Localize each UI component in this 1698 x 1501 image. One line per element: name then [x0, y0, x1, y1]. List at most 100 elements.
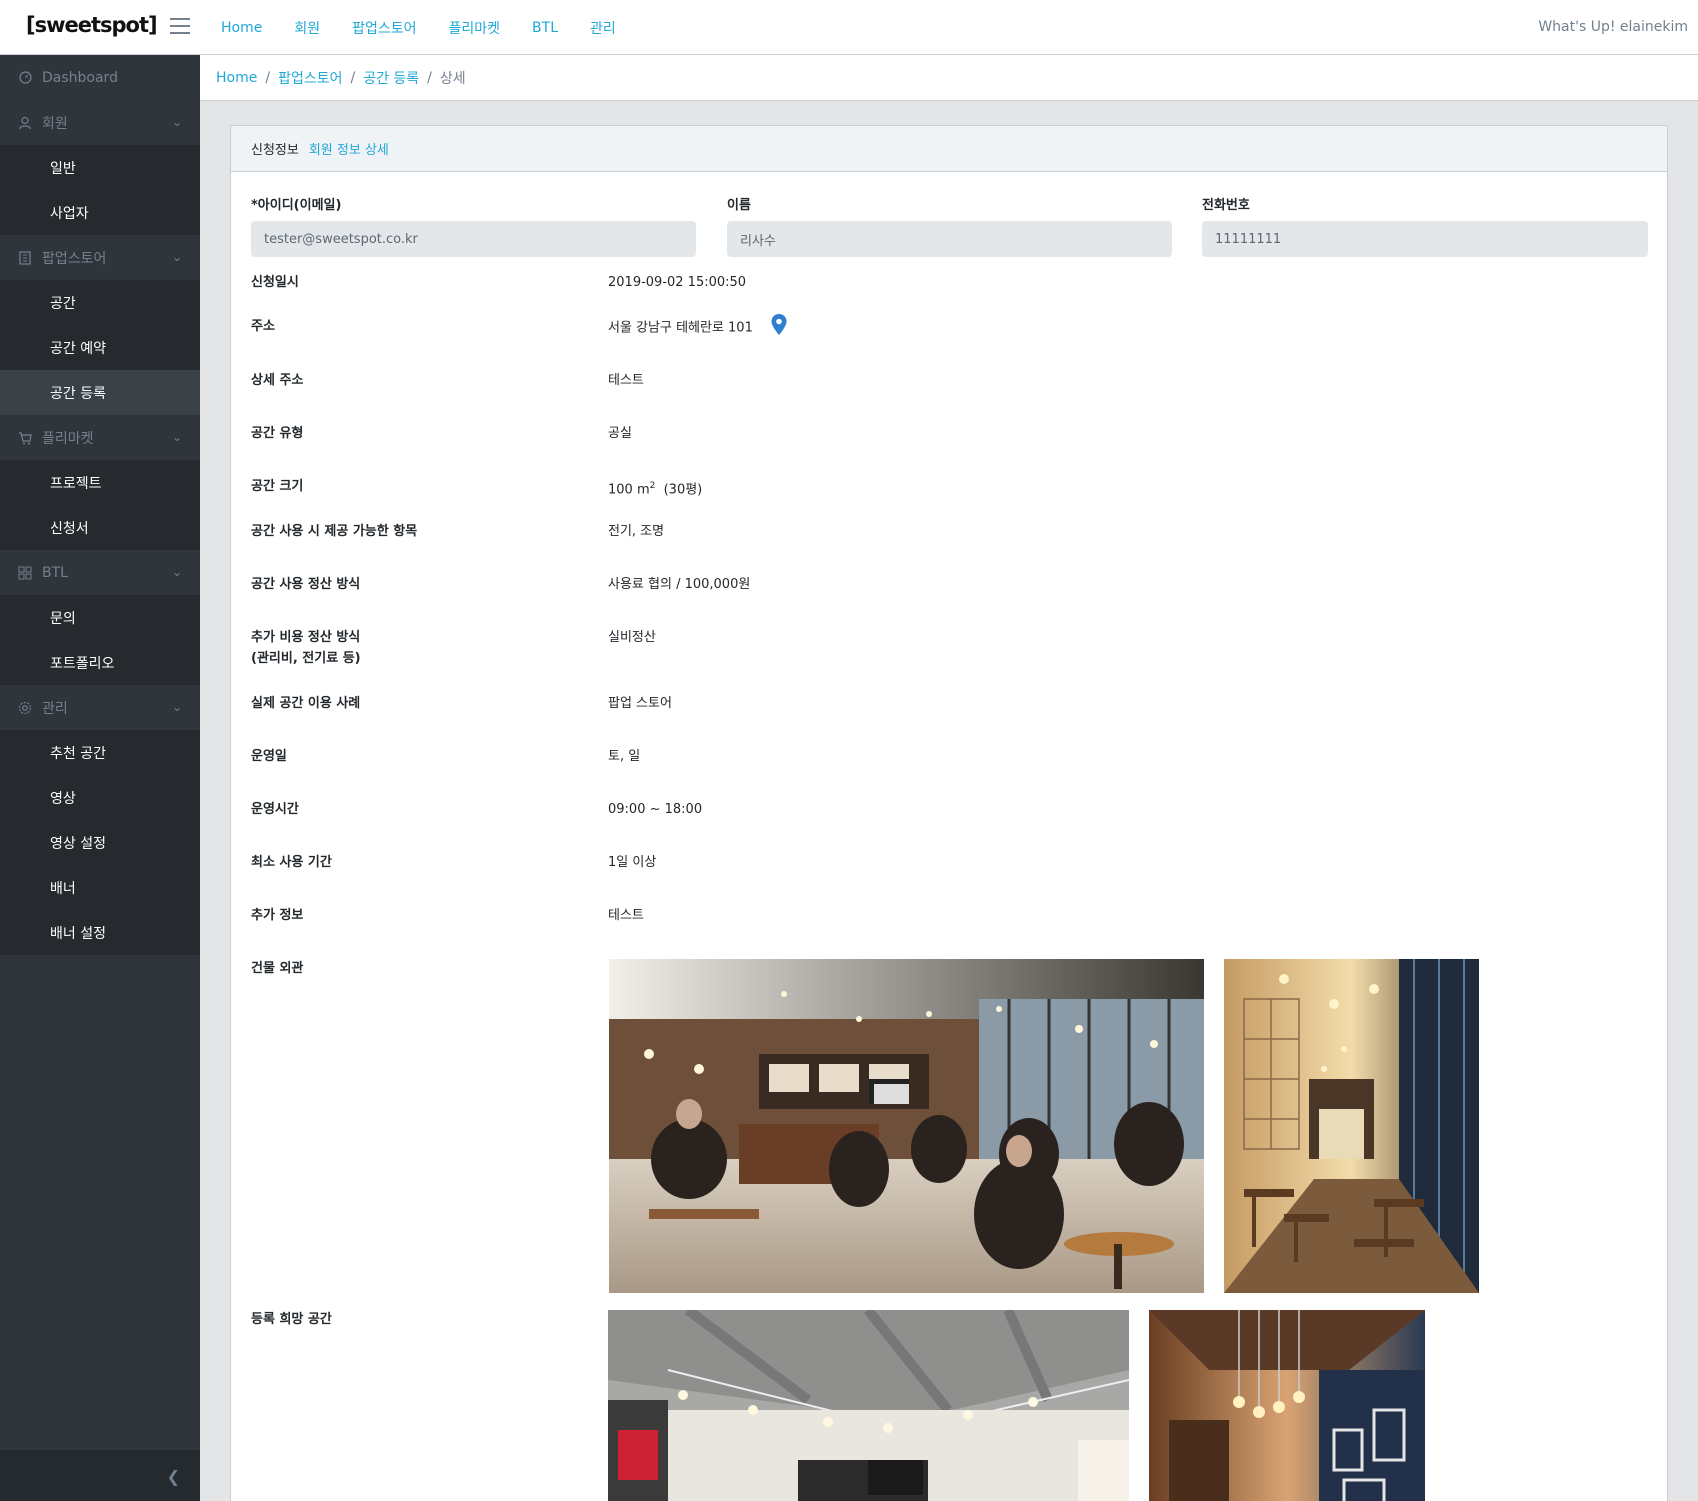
extra-cost-label: 추가 비용 정산 방식 (관리비, 전기료 등)	[251, 627, 361, 669]
sidebar-item-business[interactable]: 사업자	[0, 190, 200, 235]
op-days-label: 운영일	[251, 749, 287, 764]
desired-space-photo-1[interactable]	[608, 1310, 1129, 1501]
breadcrumb-popup-store[interactable]: 팝업스토어	[278, 68, 342, 88]
name-field[interactable]: 리사수	[727, 221, 1172, 257]
speedometer-icon	[18, 71, 32, 85]
id-field[interactable]: tester@sweetspot.co.kr	[251, 221, 696, 257]
sidebar-section-popup-store[interactable]: 팝업스토어 ⌄	[0, 235, 200, 280]
phone-field[interactable]: 11111111	[1202, 221, 1648, 257]
chevron-down-icon: ⌄	[171, 250, 182, 264]
exterior-photo-1[interactable]	[609, 959, 1204, 1293]
extra-info-value: 테스트	[608, 908, 644, 923]
cart-icon	[18, 431, 32, 445]
grid-icon	[18, 566, 32, 580]
chevron-left-icon[interactable]: ❮	[167, 1467, 180, 1486]
hamburger-menu-icon[interactable]	[170, 18, 190, 35]
building-icon	[18, 250, 32, 265]
sidebar-section-label: 플리마켓	[42, 430, 94, 447]
sidebar-section-btl[interactable]: BTL ⌄	[0, 550, 200, 595]
sidebar-minimizer[interactable]: ❮	[0, 1450, 200, 1501]
exterior-photo-2[interactable]	[1224, 959, 1479, 1293]
phone-label: 전화번호	[1202, 198, 1250, 213]
provided-items-value: 전기, 조명	[608, 524, 665, 539]
address-label: 주소	[251, 319, 275, 334]
sidebar-item-inquiry[interactable]: 문의	[0, 595, 200, 640]
topnav-flea-market[interactable]: 플리마켓	[433, 18, 517, 38]
detail-address-value: 테스트	[608, 373, 644, 388]
min-period-label: 최소 사용 기간	[251, 855, 332, 870]
topnav-home[interactable]: Home	[208, 20, 278, 36]
chevron-down-icon: ⌄	[171, 565, 182, 579]
card-title: 신청정보	[251, 143, 299, 158]
application-info-card: 신청정보 회원 정보 상세 *아이디(이메일) tester@sweetspot…	[230, 125, 1668, 1501]
map-pin-icon[interactable]	[771, 314, 787, 342]
top-header: [sweetspot] Home 회원 팝업스토어 플리마켓 BTL 관리 Wh…	[0, 0, 1698, 55]
address-text: 서울 강남구 테헤란로 101	[608, 320, 753, 336]
space-size-pyeong: (30평)	[663, 482, 703, 498]
chevron-down-icon: ⌄	[171, 700, 182, 714]
name-label: 이름	[727, 198, 751, 213]
op-days-value: 토, 일	[608, 749, 641, 764]
space-size-number: 100 m	[608, 482, 650, 498]
breadcrumb-separator: /	[265, 69, 271, 86]
applied-at-value: 2019-09-02 15:00:50	[608, 275, 747, 290]
sidebar-section-label: 관리	[42, 700, 68, 717]
chevron-down-icon: ⌄	[171, 115, 182, 129]
sidebar-item-general[interactable]: 일반	[0, 145, 200, 190]
chevron-down-icon: ⌄	[171, 430, 182, 444]
extra-cost-label-line2: (관리비, 전기료 등)	[251, 651, 361, 666]
gear-icon	[18, 701, 32, 715]
breadcrumb-space-registration[interactable]: 공간 등록	[363, 68, 419, 88]
user-greeting[interactable]: What's Up! elainekim	[1538, 19, 1688, 35]
id-label: *아이디(이메일)	[251, 198, 342, 213]
topnav-members[interactable]: 회원	[278, 18, 336, 38]
extra-cost-value: 실비정산	[608, 630, 656, 645]
user-icon	[18, 116, 32, 130]
sidebar-item-video-settings[interactable]: 영상 설정	[0, 820, 200, 865]
applied-at-label: 신청일시	[251, 275, 299, 290]
sidebar-item-space-reservation[interactable]: 공간 예약	[0, 325, 200, 370]
breadcrumb: Home / 팝업스토어 / 공간 등록 / 상세	[200, 55, 1698, 101]
sidebar-item-application[interactable]: 신청서	[0, 505, 200, 550]
space-size-label: 공간 크기	[251, 479, 304, 494]
op-hours-label: 운영시간	[251, 802, 299, 817]
sidebar-section-members[interactable]: 회원 ⌄	[0, 100, 200, 145]
sidebar-section-label: 회원	[42, 115, 68, 132]
member-detail-link[interactable]: 회원 정보 상세	[309, 139, 389, 158]
sidebar-item-dashboard[interactable]: Dashboard	[0, 55, 200, 100]
breadcrumb-home[interactable]: Home	[216, 70, 257, 86]
space-type-label: 공간 유형	[251, 426, 304, 441]
space-size-superscript: 2	[649, 481, 656, 491]
sidebar-section-label: BTL	[42, 564, 68, 581]
extra-info-label: 추가 정보	[251, 908, 304, 923]
space-type-value: 공실	[608, 426, 632, 441]
sidebar-item-recommended-space[interactable]: 추천 공간	[0, 730, 200, 775]
min-period-value: 1일 이상	[608, 855, 657, 870]
detail-address-label: 상세 주소	[251, 373, 304, 388]
sidebar-item-portfolio[interactable]: 포트폴리오	[0, 640, 200, 685]
extra-cost-label-line1: 추가 비용 정산 방식	[251, 630, 361, 645]
settlement-label: 공간 사용 정산 방식	[251, 577, 361, 592]
settlement-value: 사용료 협의 / 100,000원	[608, 577, 751, 592]
sidebar-section-admin[interactable]: 관리 ⌄	[0, 685, 200, 730]
sidebar-item-label: Dashboard	[42, 69, 118, 86]
topnav-admin[interactable]: 관리	[574, 18, 632, 38]
op-hours-value: 09:00 ~ 18:00	[608, 802, 703, 817]
desired-space-photo-2[interactable]	[1149, 1310, 1425, 1501]
desired-space-label: 등록 희망 공간	[251, 1312, 332, 1327]
exterior-label: 건물 외관	[251, 961, 304, 976]
top-nav: Home 회원 팝업스토어 플리마켓 BTL 관리	[208, 0, 632, 55]
sidebar-item-banner-settings[interactable]: 배너 설정	[0, 910, 200, 955]
logo[interactable]: [sweetspot]	[26, 13, 158, 37]
sidebar-item-project[interactable]: 프로젝트	[0, 460, 200, 505]
topnav-btl[interactable]: BTL	[516, 20, 574, 36]
sidebar-item-space-registration[interactable]: 공간 등록	[0, 370, 200, 415]
usage-case-value: 팝업 스토어	[608, 696, 672, 711]
sidebar-item-banner[interactable]: 배너	[0, 865, 200, 910]
sidebar-section-flea-market[interactable]: 플리마켓 ⌄	[0, 415, 200, 460]
address-value: 서울 강남구 테헤란로 101	[608, 314, 787, 342]
space-size-value: 100 m2 (30평)	[608, 476, 702, 500]
topnav-popup-store[interactable]: 팝업스토어	[336, 18, 432, 38]
sidebar-item-space[interactable]: 공간	[0, 280, 200, 325]
sidebar-item-video[interactable]: 영상	[0, 775, 200, 820]
